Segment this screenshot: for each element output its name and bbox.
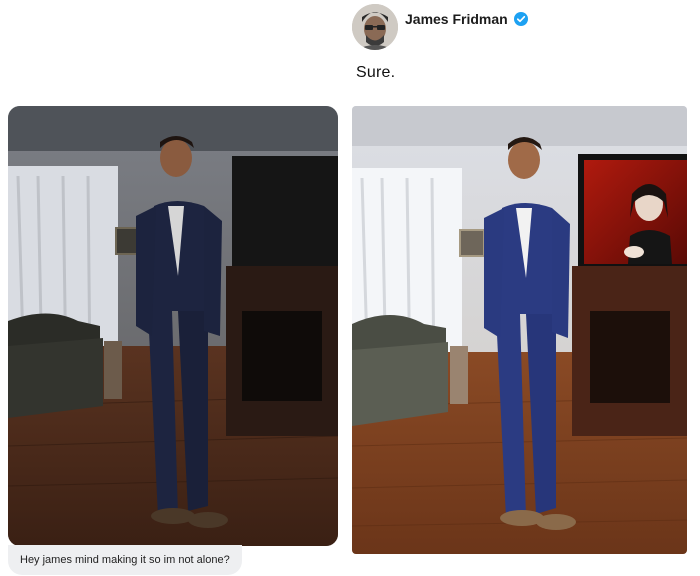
- original-photo[interactable]: [8, 106, 338, 546]
- verified-badge-icon: [513, 12, 528, 26]
- author-line: James Fridman: [405, 10, 528, 28]
- edited-photo[interactable]: [352, 106, 687, 554]
- original-photo-image: [8, 106, 338, 546]
- reply-text: Sure.: [356, 64, 396, 81]
- avatar-illustration: [352, 4, 398, 50]
- request-message-bubble: Hey james mind making it so im not alone…: [8, 545, 242, 575]
- author-avatar[interactable]: [352, 4, 398, 50]
- author-name[interactable]: James Fridman: [405, 11, 508, 27]
- request-message-text: Hey james mind making it so im not alone…: [20, 554, 230, 566]
- edited-photo-image: [352, 106, 687, 554]
